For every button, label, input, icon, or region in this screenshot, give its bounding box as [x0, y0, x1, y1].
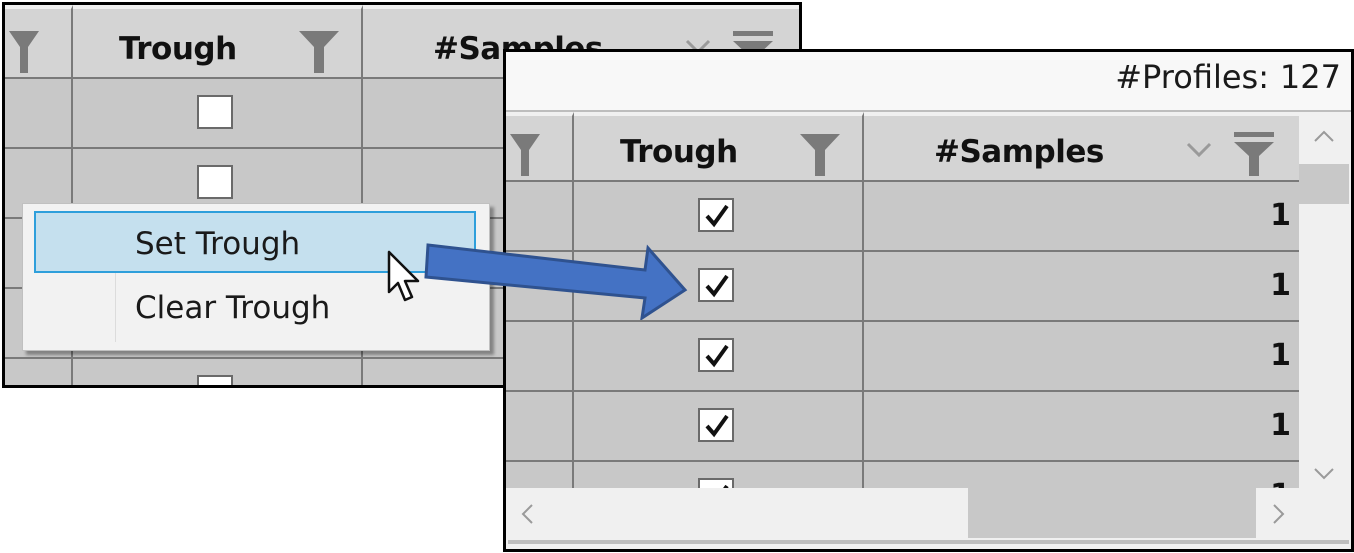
trough-checkbox[interactable] — [197, 375, 233, 385]
samples-value: 1 — [1270, 478, 1291, 488]
checkmark-icon — [705, 204, 729, 228]
samples-value: 1 — [1270, 268, 1291, 303]
samples-cell: 1 — [864, 322, 1303, 390]
row-selector-cell[interactable] — [506, 322, 574, 390]
profiles-status-bar: #Profiles: 127 — [506, 52, 1351, 112]
trough-checkbox[interactable] — [197, 165, 233, 199]
samples-value: 1 — [1270, 338, 1291, 373]
row-selector-cell[interactable] — [506, 462, 574, 488]
scroll-down-icon[interactable] — [1313, 458, 1335, 486]
trough-cell — [574, 322, 864, 390]
row-selector-cell[interactable] — [5, 359, 73, 385]
samples-cell: 1 — [864, 252, 1303, 320]
samples-value: 1 — [1270, 408, 1291, 443]
horizontal-scroll-thumb[interactable] — [968, 488, 1256, 538]
mouse-cursor-icon — [387, 250, 420, 302]
trough-checkbox[interactable] — [698, 198, 734, 232]
column-header-label: Trough — [119, 31, 237, 67]
trough-cell — [73, 359, 363, 385]
scroll-up-icon[interactable] — [1313, 120, 1335, 148]
scroll-left-icon[interactable] — [520, 502, 534, 530]
trough-checkbox[interactable] — [698, 478, 734, 488]
samples-cell: 1 — [864, 182, 1303, 250]
column-header-trough[interactable]: Trough — [73, 5, 363, 79]
row-selector-cell[interactable] — [5, 79, 73, 147]
column-header-trough[interactable]: Trough — [574, 112, 864, 182]
horizontal-scrollbar[interactable] — [508, 488, 1303, 538]
scroll-right-icon[interactable] — [1272, 502, 1286, 530]
checkmark-icon — [705, 414, 729, 438]
column-header-samples[interactable]: #Samples — [864, 112, 1303, 182]
samples-cell: 1 — [864, 392, 1303, 460]
trough-checkbox[interactable] — [698, 268, 734, 302]
trough-cell — [574, 392, 864, 460]
menu-item-label: Clear Trough — [135, 290, 331, 326]
callout-arrow-icon — [424, 243, 688, 320]
column-header-selector[interactable] — [5, 5, 73, 79]
column-header-label: #Samples — [934, 134, 1104, 170]
table-row[interactable]: 1 — [506, 322, 1303, 392]
trough-checkbox[interactable] — [698, 338, 734, 372]
trough-checkbox[interactable] — [197, 95, 233, 129]
profiles-label: #Profiles: — [1115, 58, 1269, 96]
trough-checkbox[interactable] — [698, 408, 734, 442]
column-header-label: Trough — [620, 134, 738, 170]
row-selector-cell[interactable] — [506, 392, 574, 460]
column-header-selector[interactable] — [506, 112, 574, 182]
table-row[interactable]: 1 — [506, 462, 1303, 488]
vertical-scroll-thumb[interactable] — [1299, 164, 1349, 204]
menu-item-label: Set Trough — [135, 226, 301, 262]
trough-cell — [73, 79, 363, 147]
vertical-scrollbar[interactable] — [1299, 112, 1349, 488]
profiles-count: 127 — [1279, 58, 1341, 96]
table-row[interactable]: 1 — [506, 392, 1303, 462]
samples-value: 1 — [1270, 198, 1291, 233]
checkmark-icon — [705, 274, 729, 298]
checkmark-icon — [705, 344, 729, 368]
trough-cell — [574, 462, 864, 488]
samples-cell: 1 — [864, 462, 1303, 488]
panel-bottom-border — [508, 540, 1349, 544]
